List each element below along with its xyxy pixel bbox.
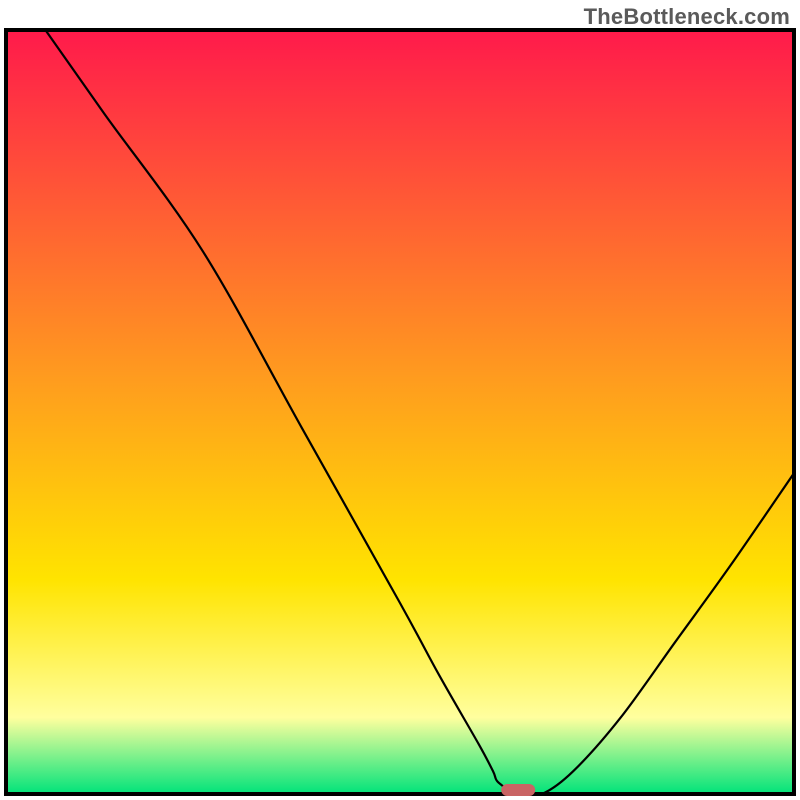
bottleneck-chart: TheBottleneck.com xyxy=(0,0,800,800)
chart-svg xyxy=(0,0,800,800)
chart-background xyxy=(6,30,794,794)
watermark-text: TheBottleneck.com xyxy=(584,4,790,30)
optimal-marker xyxy=(501,784,535,796)
